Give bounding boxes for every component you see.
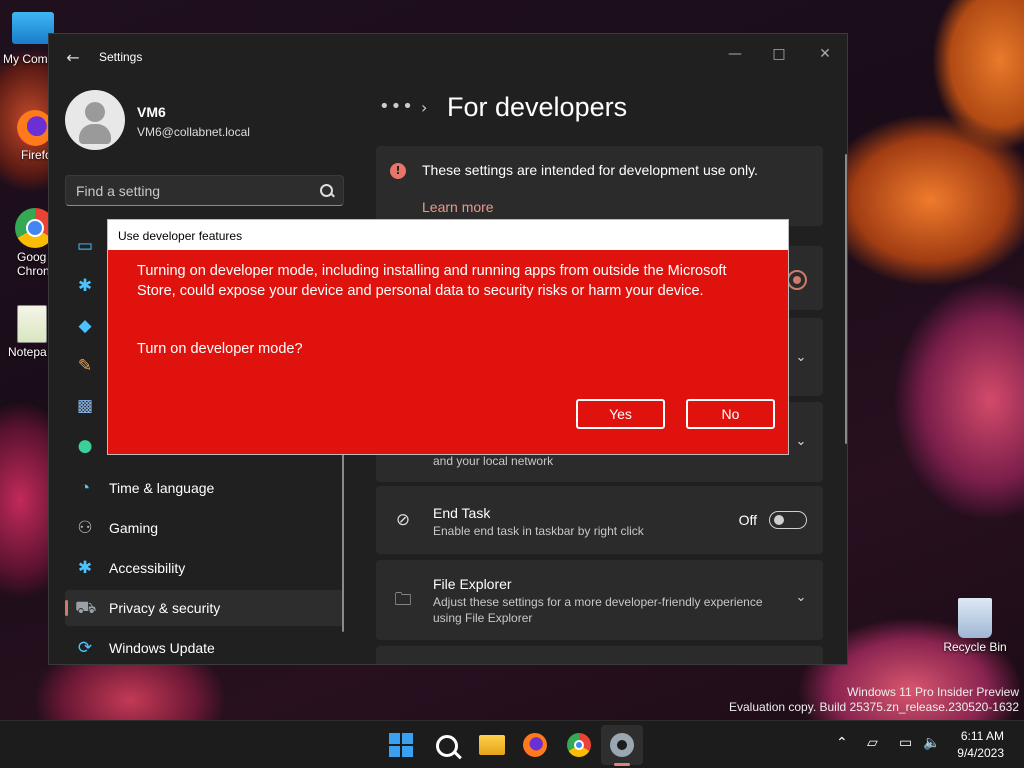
info-icon: ! — [390, 163, 406, 179]
file-explorer-description: Adjust these settings for a more develop… — [433, 595, 763, 625]
bluetooth-icon[interactable]: ✱ — [75, 276, 95, 296]
chevron-down-icon[interactable]: ⌄ — [793, 350, 809, 366]
dialog-title-bar: Use developer features — [108, 220, 788, 250]
apps-icon[interactable]: ▩ — [75, 396, 95, 416]
firefox-icon[interactable] — [523, 733, 547, 757]
main-scrollbar[interactable] — [845, 154, 847, 444]
search-icon[interactable] — [436, 735, 458, 757]
watermark-line-2: Evaluation copy. Build 25375.zn_release.… — [729, 700, 1019, 714]
yes-button[interactable]: Yes — [576, 399, 665, 429]
gamepad-icon: ⚇ — [77, 518, 93, 537]
clock-date[interactable]: 9/4/2023 — [957, 746, 1004, 760]
dialog-title: Use developer features — [118, 229, 243, 243]
settings-gear-icon[interactable] — [610, 733, 634, 757]
watermark-line-1: Windows 11 Pro Insider Preview — [847, 685, 1019, 699]
user-name: VM6 — [137, 104, 166, 120]
developer-mode-dialog: Use developer features Turning on develo… — [107, 219, 789, 455]
sidebar-item-privacy-security[interactable]: ⛟ Privacy & security — [65, 590, 344, 626]
page-title: For developers — [447, 92, 628, 122]
chevron-down-icon[interactable]: ⌄ — [793, 434, 809, 450]
sidebar-item-accessibility[interactable]: ✱ Accessibility — [65, 550, 344, 586]
clock-time[interactable]: 6:11 AM — [961, 729, 1004, 743]
chevron-down-icon[interactable]: ⌄ — [793, 590, 809, 606]
sidebar-item-gaming[interactable]: ⚇ Gaming — [65, 510, 344, 546]
accounts-icon[interactable]: ● — [75, 436, 95, 456]
network-disconnected-icon[interactable]: ▱ — [867, 735, 878, 751]
volume-icon[interactable]: 🔈 — [923, 735, 940, 751]
sidebar-item-label: Windows Update — [109, 640, 215, 656]
minimize-icon[interactable]: — — [715, 40, 755, 68]
no-button[interactable]: No — [686, 399, 775, 429]
file-explorer-card[interactable]: 🗀 File Explorer Adjust these settings fo… — [376, 560, 823, 640]
developer-mode-toggle[interactable] — [787, 270, 807, 290]
accessibility-icon: ✱ — [77, 558, 93, 577]
file-explorer-title: File Explorer — [433, 576, 512, 592]
system-icon[interactable]: ▭ — [75, 236, 95, 256]
sidebar-item-label: Time & language — [109, 480, 215, 496]
end-task-icon: ⊘ — [395, 510, 411, 530]
desktop-icon-label: My Com — [3, 52, 48, 66]
end-task-card: ⊘ End Task Enable end task in taskbar by… — [376, 486, 823, 554]
update-icon: ⟳ — [77, 638, 93, 657]
dialog-message: Turning on developer mode, including ins… — [137, 263, 727, 299]
chrome-icon[interactable] — [567, 733, 591, 757]
next-settings-card[interactable] — [376, 646, 823, 664]
learn-more-link[interactable]: Learn more — [422, 199, 494, 215]
monitor-icon[interactable]: ▭ — [899, 735, 912, 751]
sidebar-item-windows-update[interactable]: ⟳ Windows Update — [65, 630, 344, 664]
desktop-icon-recycle-bin[interactable]: Recycle Bin — [942, 598, 1008, 654]
sidebar-item-time-language[interactable]: ◔ Time & language — [65, 470, 344, 506]
chevron-up-icon[interactable]: ⌃ — [836, 735, 848, 751]
network-icon[interactable]: ◆ — [75, 316, 95, 336]
close-icon[interactable]: ✕ — [805, 40, 845, 68]
end-task-toggle[interactable] — [769, 511, 807, 529]
device-discovery-description: and your local network — [433, 454, 554, 468]
taskbar: ⌃ ▱ ▭ 🔈 6:11 AM 9/4/2023 — [0, 720, 1024, 768]
avatar[interactable] — [65, 90, 125, 150]
desktop-icon-label: Recycle Bin — [943, 640, 1007, 654]
end-task-title: End Task — [433, 505, 491, 521]
notepad-icon — [17, 305, 47, 343]
sidebar-item-label: Privacy & security — [109, 600, 221, 616]
chevron-right-icon: › — [421, 98, 428, 117]
end-task-toggle-state: Off — [738, 512, 757, 528]
globe-clock-icon: ◔ — [79, 478, 91, 497]
search-icon[interactable] — [320, 184, 333, 197]
back-arrow-icon[interactable]: ← — [63, 48, 83, 68]
active-app-indicator — [614, 763, 630, 766]
desktop-icon-label: Notepa — [8, 345, 47, 359]
file-explorer-icon[interactable] — [479, 735, 505, 755]
sidebar-item-label: Accessibility — [109, 560, 186, 576]
app-title: Settings — [99, 50, 143, 64]
dialog-question: Turn on developer mode? — [137, 341, 303, 357]
user-email: VM6@collabnet.local — [137, 125, 250, 139]
breadcrumb-more-icon[interactable]: ••• — [379, 96, 414, 117]
title-bar: ← Settings — □ ✕ — [49, 34, 847, 82]
folder-icon: 🗀 — [394, 590, 412, 610]
sidebar-item-label: Gaming — [109, 520, 159, 536]
maximize-icon[interactable]: □ — [759, 40, 799, 68]
start-button[interactable] — [389, 733, 413, 757]
search-placeholder: Find a setting — [76, 183, 161, 199]
end-task-description: Enable end task in taskbar by right clic… — [433, 524, 644, 538]
sidebar-scrollbar[interactable] — [342, 454, 344, 632]
info-text: These settings are intended for developm… — [422, 162, 758, 178]
recycle-bin-icon — [958, 598, 992, 638]
personalization-icon[interactable]: ✎ — [75, 356, 95, 376]
info-card: ! These settings are intended for develo… — [376, 146, 823, 226]
shield-icon: ⛟ — [75, 598, 97, 617]
search-input[interactable]: Find a setting — [65, 175, 344, 206]
